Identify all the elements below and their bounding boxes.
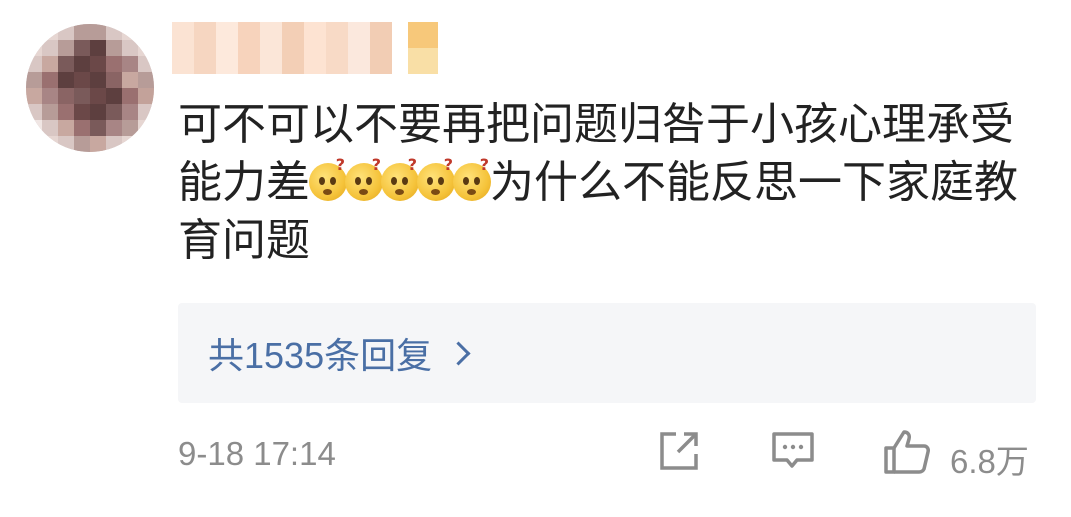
thinking-face-emoji: ? (345, 157, 383, 201)
comment-button[interactable] (770, 428, 816, 478)
replies-count-label: 共1535条回复 (208, 335, 433, 376)
thinking-face-emoji: ? (417, 157, 455, 201)
like-count: 6.8万 (950, 443, 1029, 480)
thinking-face-emoji: ? (453, 157, 491, 201)
comment-icon (772, 432, 814, 468)
chevron-right-icon (446, 340, 471, 366)
share-icon (660, 432, 698, 470)
share-button[interactable] (656, 428, 702, 478)
thinking-face-emoji: ? (381, 157, 419, 201)
thinking-face-emoji: ? (309, 157, 347, 201)
emoji-group: ????? (309, 157, 491, 208)
timestamp: 9-18 17:14 (178, 435, 336, 472)
avatar[interactable] (26, 24, 154, 152)
view-replies-button[interactable]: 共1535条回复 (178, 303, 1036, 403)
like-icon (884, 430, 930, 474)
comment-text: 可不可以不要再把问题归咎于小孩心理承受能力差????? 为什么不能反思一下家庭教育… (178, 96, 1048, 270)
like-button[interactable] (882, 428, 932, 480)
username-blurred[interactable] (172, 22, 442, 74)
